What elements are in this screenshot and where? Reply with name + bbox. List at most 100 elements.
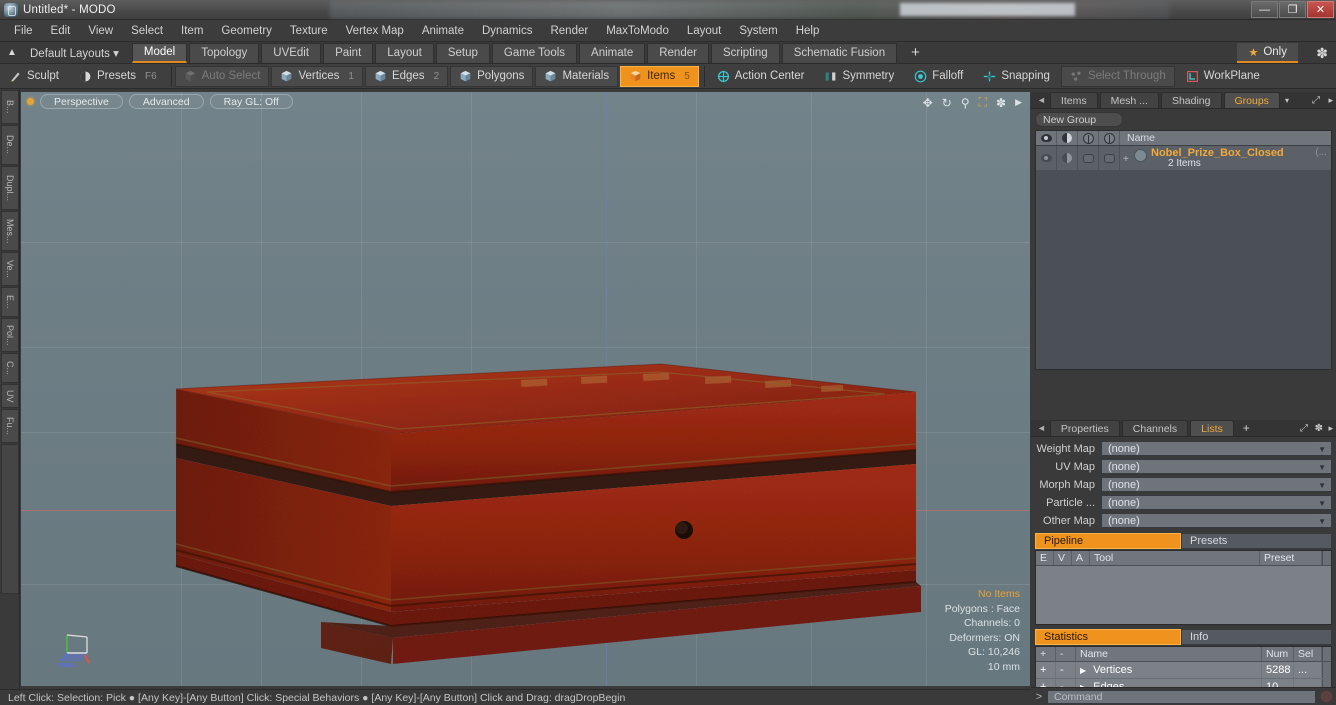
minimize-button[interactable]: — [1251, 1, 1278, 18]
layout-tab-animate[interactable]: Animate [579, 42, 646, 63]
layout-tab-game-tools[interactable]: Game Tools [491, 42, 578, 63]
menu-item-view[interactable]: View [79, 23, 122, 39]
gear-icon[interactable]: ✽ [996, 96, 1006, 110]
layout-tab-setup[interactable]: Setup [435, 42, 490, 63]
menu-item-system[interactable]: System [730, 23, 786, 39]
menu-item-file[interactable]: File [5, 23, 42, 39]
chevron-down-icon[interactable]: ▼ [1318, 499, 1326, 508]
axis-gizmo[interactable] [51, 627, 95, 671]
menu-item-geometry[interactable]: Geometry [212, 23, 281, 39]
stat-subtract-button[interactable]: - [1056, 662, 1076, 678]
selection-mode-edges[interactable]: Edges 2 [364, 65, 449, 87]
layout-tab-uvedit[interactable]: UVEdit [261, 42, 322, 63]
tab-items[interactable]: Items [1049, 92, 1098, 108]
move-icon[interactable]: ✥ [923, 96, 933, 110]
tab-groups[interactable]: Groups [1223, 92, 1280, 108]
panel-pin-icon-2[interactable]: ◄ [1035, 423, 1050, 436]
panel-pin-icon[interactable]: ◄ [1035, 95, 1050, 108]
tab-shading[interactable]: Shading [1160, 92, 1222, 108]
map-field-value-2[interactable]: (none) ▼ [1101, 477, 1332, 492]
selection-mode-vertices[interactable]: Vertices 1 [271, 65, 363, 87]
default-layouts-dropdown[interactable]: Default Layouts ▾ [24, 46, 129, 60]
panel-next-arrow-icon[interactable]: ▸ [1328, 95, 1333, 106]
left-tool-tab-7[interactable]: C... [1, 353, 19, 383]
gear-icon[interactable]: ✽ [1316, 45, 1328, 62]
tool-button-symmetry[interactable]: Symmetry [815, 66, 903, 87]
selection-mode-materials[interactable]: Materials [535, 65, 619, 87]
chevron-down-icon[interactable]: ▾ [1282, 96, 1294, 108]
menu-item-help[interactable]: Help [787, 23, 829, 39]
add-layout-tab-button[interactable]: + [899, 43, 932, 63]
tool-button-snapping[interactable]: Snapping [974, 66, 1059, 87]
left-tool-tab-2[interactable]: Dupl... [1, 166, 19, 210]
map-field-value-1[interactable]: (none) ▼ [1101, 459, 1332, 474]
pipeline-table[interactable]: E V A Tool Preset [1035, 550, 1332, 625]
menu-item-item[interactable]: Item [172, 23, 212, 39]
gear-icon-2[interactable]: ✽ [1315, 423, 1323, 434]
record-icon[interactable] [1316, 691, 1336, 702]
group-row-content[interactable]: + Nobel_Prize_Box_Closed 2 Items (... [1120, 146, 1331, 170]
map-field-value-4[interactable]: (none) ▼ [1101, 513, 1332, 528]
fit-icon[interactable]: ⛶ [979, 95, 987, 110]
pipeline-scrollbar[interactable] [1322, 551, 1331, 565]
left-tool-tab-9[interactable]: Fu... [1, 409, 19, 443]
selection-mode-auto-select[interactable]: Auto Select [174, 65, 270, 87]
tool-button-select-through[interactable]: Select Through [1060, 65, 1175, 87]
statistics-row[interactable]: + - ▶ Vertices 5288... [1036, 662, 1331, 679]
map-field-value-3[interactable]: (none) ▼ [1101, 495, 1332, 510]
menu-item-vertex-map[interactable]: Vertex Map [337, 23, 413, 39]
viewport-active-dot[interactable] [27, 98, 34, 105]
tab-presets[interactable]: Presets [1181, 533, 1332, 549]
model-nobel-prize-box[interactable] [21, 92, 1030, 686]
expand-group-icon[interactable]: + [1123, 154, 1129, 165]
chevron-down-icon[interactable]: ▼ [1318, 481, 1326, 490]
tab-properties[interactable]: Properties [1049, 420, 1120, 436]
layout-tab-render[interactable]: Render [647, 42, 709, 63]
menu-item-select[interactable]: Select [122, 23, 172, 39]
maximize-button[interactable]: ❐ [1279, 1, 1306, 18]
left-tool-tab-6[interactable]: Pol... [1, 318, 19, 352]
tool-button-sculpt[interactable]: Sculpt [0, 66, 68, 87]
zoom-icon[interactable]: ⚲ [961, 96, 970, 110]
stat-add-button[interactable]: + [1036, 662, 1056, 678]
layout-tab-layout[interactable]: Layout [375, 42, 434, 63]
map-field-value-0[interactable]: (none) ▼ [1101, 441, 1332, 456]
tab-info[interactable]: Info [1181, 629, 1332, 645]
viewport-raygl-dropdown[interactable]: Ray GL: Off [209, 94, 293, 109]
panel-next-arrow-icon-2[interactable]: ▸ [1328, 423, 1333, 434]
add-tab-button[interactable]: + [1236, 420, 1257, 436]
tool-button-workplane[interactable]: WorkPlane [1177, 66, 1269, 87]
only-toggle-button[interactable]: ★ Only [1237, 43, 1298, 63]
layout-tab-scripting[interactable]: Scripting [710, 42, 780, 63]
menu-item-edit[interactable]: Edit [42, 23, 80, 39]
menu-item-animate[interactable]: Animate [413, 23, 473, 39]
chevron-down-icon[interactable]: ▼ [1318, 463, 1326, 472]
expand-icon[interactable]: ⤢ [1312, 95, 1320, 106]
expand-arrow-icon[interactable]: ▶ [1080, 666, 1086, 675]
group-list-row[interactable]: + Nobel_Prize_Box_Closed 2 Items (... [1036, 146, 1331, 170]
collapse-arrow-icon[interactable]: ▲ [0, 47, 24, 58]
3d-viewport[interactable]: Perspective Advanced Ray GL: Off ✥ ↻ ⚲ ⛶… [21, 92, 1030, 686]
rotate-icon[interactable]: ↻ [942, 96, 952, 110]
group-list[interactable]: Name + Nobel_Prize_Box_Closed 2 Items (.… [1035, 130, 1332, 370]
tool-button-presets[interactable]: Presets F6 [70, 66, 166, 87]
menu-item-dynamics[interactable]: Dynamics [473, 23, 541, 39]
tab-channels[interactable]: Channels [1121, 420, 1189, 436]
selection-mode-items[interactable]: Items 5 [620, 65, 699, 87]
menu-item-maxtomodo[interactable]: MaxToModo [597, 23, 678, 39]
statistics-scrollbar[interactable] [1322, 647, 1331, 661]
selection-mode-polygons[interactable]: Polygons [450, 65, 534, 87]
row-shading-icon[interactable] [1057, 146, 1078, 170]
row-lock-checkbox[interactable] [1078, 146, 1099, 170]
row-eye-icon[interactable] [1036, 146, 1057, 170]
left-tool-tab-4[interactable]: Ve... [1, 252, 19, 286]
tab-mesh-[interactable]: Mesh ... [1099, 92, 1159, 108]
left-tool-tab-8[interactable]: UV [1, 384, 19, 408]
expand-icon-2[interactable]: ⤢ [1300, 423, 1308, 434]
menu-item-render[interactable]: Render [541, 23, 597, 39]
left-tool-tab-1[interactable]: De... [1, 125, 19, 165]
left-tool-tab-0[interactable]: B... [1, 90, 19, 124]
row-render-checkbox[interactable] [1099, 146, 1120, 170]
menu-item-texture[interactable]: Texture [281, 23, 337, 39]
viewport-projection-dropdown[interactable]: Perspective [40, 94, 123, 109]
